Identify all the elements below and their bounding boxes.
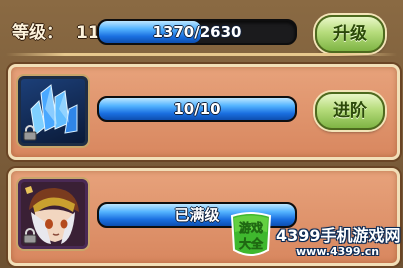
experience-bar: 1370/2630	[97, 19, 297, 45]
divider	[6, 53, 397, 56]
lock-icon	[23, 228, 37, 244]
hero-portrait-slot[interactable]	[18, 179, 88, 249]
level-label: 等级：	[12, 23, 63, 43]
upgrade-button[interactable]: 升级	[315, 15, 385, 53]
crystal-progress-text: 10/10	[173, 100, 221, 118]
watermark-brand: 4399手机游戏网	[276, 226, 401, 245]
svg-text:大全: 大全	[239, 236, 264, 251]
lock-icon	[23, 125, 37, 141]
advance-button[interactable]: 进阶	[315, 92, 385, 130]
watermark-logo-badge: 游戏 大全	[230, 212, 272, 256]
crystal-item-slot[interactable]	[18, 76, 88, 146]
crystal-progress-bar: 10/10	[97, 96, 297, 122]
watermark-url: www.4399.cn	[296, 245, 380, 258]
svg-text:游戏: 游戏	[239, 220, 263, 235]
experience-text: 1370/2630	[152, 23, 242, 41]
